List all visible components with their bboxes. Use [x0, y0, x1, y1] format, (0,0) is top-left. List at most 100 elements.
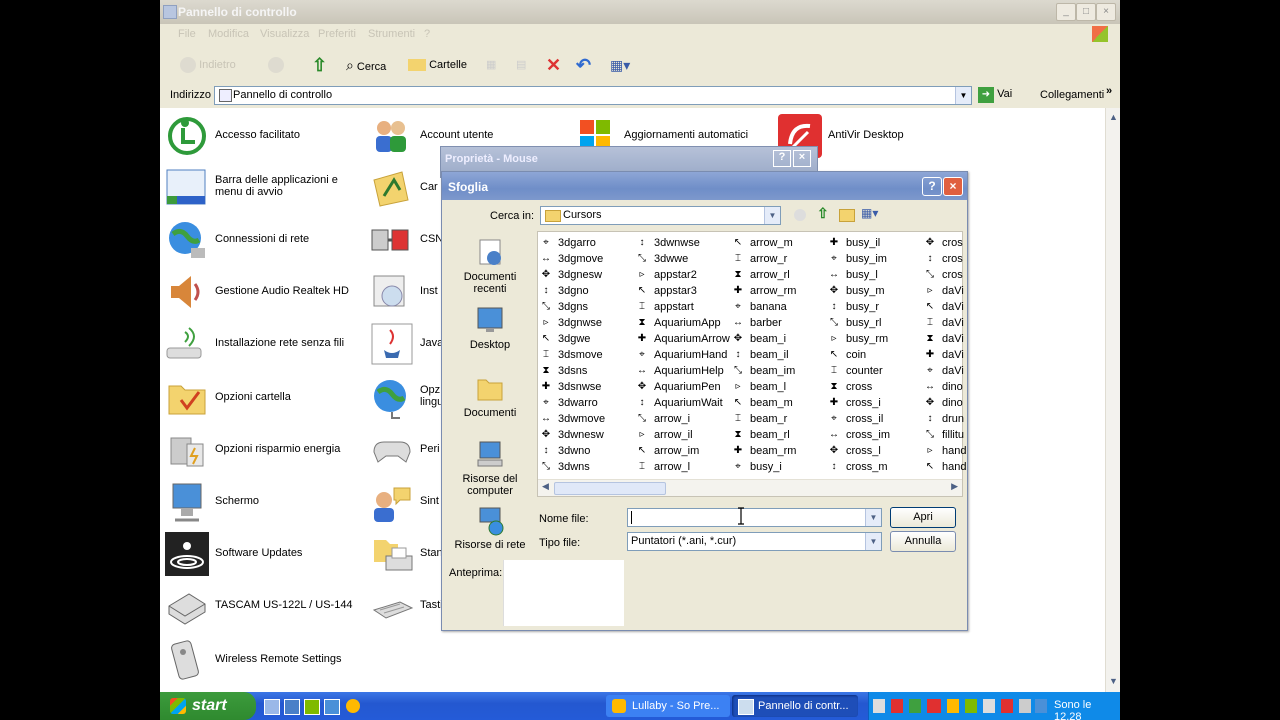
- file-item[interactable]: ⌶ arrow_l: [636, 459, 690, 475]
- file-item[interactable]: ⤡ 3dgns: [540, 299, 588, 315]
- file-item[interactable]: ↔ cross_im: [828, 427, 890, 443]
- horizontal-scrollbar[interactable]: ◀ ▶: [538, 479, 962, 496]
- file-item[interactable]: ⧗ beam_rl: [732, 427, 789, 443]
- tray-icon[interactable]: [873, 699, 885, 713]
- undo-icon[interactable]: ↶: [576, 56, 591, 74]
- cp-item-display[interactable]: Schermo: [165, 480, 365, 526]
- file-item[interactable]: ⌖ busy_im: [828, 251, 887, 267]
- file-item[interactable]: ⌶ 3dsmove: [540, 347, 603, 363]
- task-lullaby[interactable]: Lullaby - So Pre...: [606, 695, 730, 717]
- file-item[interactable]: ⌖ AquariumHand: [636, 347, 727, 363]
- scroll-up-icon[interactable]: ▲: [1109, 112, 1118, 122]
- file-item[interactable]: ✥ busy_m: [828, 283, 885, 299]
- cp-item-speech[interactable]: Sint: [370, 480, 450, 526]
- file-item[interactable]: ⌶ arrow_r: [732, 251, 787, 267]
- forward-button[interactable]: [268, 56, 284, 74]
- cp-item-java[interactable]: Java: [370, 322, 450, 368]
- file-item[interactable]: ▹ arrow_il: [636, 427, 692, 443]
- file-item[interactable]: ↖ arrow_m: [732, 235, 793, 251]
- file-item[interactable]: ▹ hand: [924, 443, 966, 459]
- start-button[interactable]: start: [160, 692, 256, 720]
- file-item[interactable]: ▹ 3dgnwse: [540, 315, 602, 331]
- file-item[interactable]: ↖ daVi: [924, 299, 964, 315]
- menu-favorites[interactable]: Preferiti: [318, 28, 356, 40]
- file-item[interactable]: ↖ arrow_im: [636, 443, 699, 459]
- new-folder-icon[interactable]: [839, 209, 855, 222]
- file-item[interactable]: ↔ 3dgmove: [540, 251, 603, 267]
- open-button[interactable]: Apri: [890, 507, 956, 528]
- file-item[interactable]: ↖ 3dgwe: [540, 331, 591, 347]
- clock[interactable]: Sono le 12.28: [1054, 699, 1120, 720]
- file-item[interactable]: ⤡ 3dwns: [540, 459, 590, 475]
- file-item[interactable]: ↕ 3dgno: [540, 283, 589, 299]
- file-item[interactable]: ✥ cross_l: [828, 443, 881, 459]
- file-item[interactable]: ↕ drun: [924, 411, 965, 427]
- file-item[interactable]: ✚ AquariumArrow: [636, 331, 730, 347]
- file-item[interactable]: ↔ barber: [732, 315, 782, 331]
- file-item[interactable]: ⌶ appstart: [636, 299, 694, 315]
- file-item[interactable]: ✚ cross_i: [828, 395, 881, 411]
- file-item[interactable]: ↕ busy_r: [828, 299, 880, 315]
- tray-icon[interactable]: [947, 699, 959, 713]
- file-item[interactable]: ↖ appstar3: [636, 283, 697, 299]
- cp-item-keyboard[interactable]: Tasti: [370, 584, 450, 630]
- menu-tools[interactable]: Strumenti: [368, 28, 415, 40]
- file-item[interactable]: ↕ cross_m: [828, 459, 888, 475]
- file-item[interactable]: ↔ AquariumHelp: [636, 363, 724, 379]
- tray-icon[interactable]: [965, 699, 977, 713]
- tray-icon[interactable]: [983, 699, 995, 713]
- search-button[interactable]: ⌕ Cerca: [346, 56, 386, 74]
- cp-item-install[interactable]: Inst: [370, 270, 450, 316]
- file-item[interactable]: ↕ beam_il: [732, 347, 789, 363]
- tray-icon[interactable]: [1035, 699, 1047, 713]
- cp-item-accessibility[interactable]: Accesso facilitato: [165, 114, 365, 160]
- cp-item-wireless[interactable]: Installazione rete senza fili: [165, 322, 365, 368]
- scroll-down-icon[interactable]: ▼: [1109, 676, 1118, 686]
- file-item[interactable]: ⤡ arrow_i: [636, 411, 690, 427]
- cp-item-wireless-remote[interactable]: Wireless Remote Settings: [165, 638, 365, 684]
- file-item[interactable]: ↕ AquariumWait: [636, 395, 723, 411]
- menu-view[interactable]: Visualizza: [260, 28, 309, 40]
- back-icon[interactable]: [794, 209, 806, 221]
- scroll-left-icon[interactable]: ◀: [542, 481, 549, 492]
- links-chevron-icon[interactable]: »: [1106, 85, 1112, 97]
- file-item[interactable]: ✚ arrow_rm: [732, 283, 797, 299]
- file-item[interactable]: ✥ cros: [924, 235, 963, 251]
- file-item[interactable]: ✚ 3dsnwse: [540, 379, 602, 395]
- show-desktop-icon[interactable]: [264, 699, 280, 715]
- quicklaunch-icon[interactable]: [304, 699, 320, 715]
- file-item[interactable]: ⤡ beam_im: [732, 363, 795, 379]
- place-my-computer[interactable]: Risorse del computer: [446, 438, 534, 497]
- file-item[interactable]: ↖ coin: [828, 347, 866, 363]
- go-button[interactable]: ➜ Vai: [978, 87, 1012, 103]
- close-button[interactable]: ×: [793, 150, 811, 167]
- file-item[interactable]: ⧗ arrow_rl: [732, 267, 789, 283]
- file-item[interactable]: ✥ 3dgnesw: [540, 267, 602, 283]
- file-item[interactable]: ✚ beam_rm: [732, 443, 797, 459]
- file-item[interactable]: ↖ hand: [924, 459, 967, 475]
- vertical-scrollbar[interactable]: ▲ ▼: [1105, 108, 1120, 692]
- file-item[interactable]: ⌶ daVi: [924, 315, 964, 331]
- file-item[interactable]: ↕ cros: [924, 251, 963, 267]
- chevron-down-icon[interactable]: ▼: [865, 509, 881, 526]
- browse-dialog-titlebar[interactable]: Sfoglia ? ×: [442, 172, 967, 200]
- cp-item-audio[interactable]: Gestione Audio Realtek HD: [165, 270, 365, 316]
- file-item[interactable]: ▹ busy_rm: [828, 331, 888, 347]
- maximize-button[interactable]: □: [1076, 3, 1096, 21]
- move-to-icon[interactable]: ▦: [486, 56, 496, 74]
- tray-icon[interactable]: [1001, 699, 1013, 713]
- help-button[interactable]: ?: [922, 177, 942, 196]
- file-item[interactable]: ⌖ daVi: [924, 363, 964, 379]
- cp-item-fonts[interactable]: Car: [370, 166, 450, 212]
- views-icon[interactable]: ▦▾: [861, 206, 878, 220]
- file-item[interactable]: ↔ 3dwmove: [540, 411, 605, 427]
- cp-item-software-updates[interactable]: Software Updates: [165, 532, 365, 578]
- cp-item-printers[interactable]: Stan: [370, 532, 450, 578]
- look-in-dropdown[interactable]: Cursors ▼: [540, 206, 781, 225]
- cp-item-regional[interactable]: Opz lingu: [370, 376, 450, 422]
- file-item[interactable]: ⌖ cross_il: [828, 411, 883, 427]
- file-item[interactable]: ⧗ 3dsns: [540, 363, 587, 379]
- views-icon[interactable]: ▦▾: [610, 56, 630, 74]
- file-item[interactable]: ⌖ 3dwarro: [540, 395, 598, 411]
- cp-item-power[interactable]: Opzioni risparmio energia: [165, 428, 365, 474]
